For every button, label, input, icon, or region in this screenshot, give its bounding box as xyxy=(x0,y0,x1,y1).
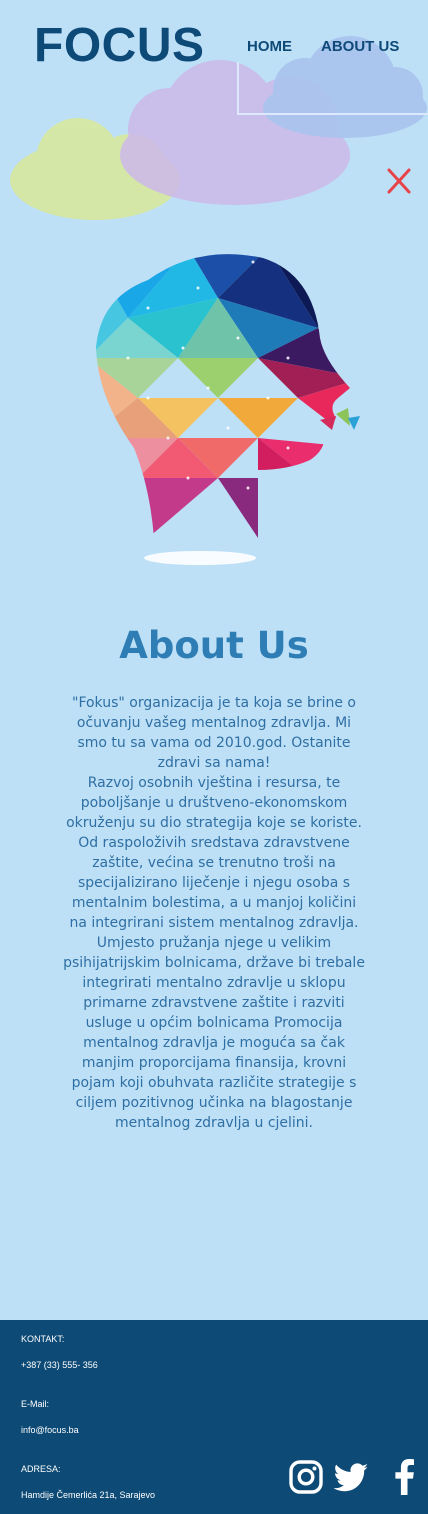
email-label: E-Mail: xyxy=(21,1399,50,1409)
about-title: About Us xyxy=(119,624,309,667)
about-body: "Fokus" organizacija je ta koja se brine… xyxy=(62,693,366,1133)
contact-label: KONTAKT: xyxy=(21,1334,65,1344)
header: FOCUS HOME ABOUT US xyxy=(0,0,428,230)
twitter-icon[interactable] xyxy=(333,1459,371,1495)
polygon-head-illustration xyxy=(96,254,360,565)
page: FOCUS HOME ABOUT US About Us "Fokus" org… xyxy=(0,0,428,1514)
close-icon[interactable] xyxy=(386,166,412,196)
facebook-icon[interactable] xyxy=(386,1459,414,1495)
nav-about-us-link[interactable]: ABOUT US xyxy=(321,38,399,55)
address-label: ADRESA: xyxy=(21,1464,61,1474)
email-link[interactable]: info@focus.ba xyxy=(21,1425,79,1435)
about-paragraph: Razvoj osobnih vještina i resursa, te po… xyxy=(63,775,365,1131)
nav-home-link[interactable]: HOME xyxy=(247,38,292,55)
logo[interactable]: FOCUS xyxy=(34,18,205,73)
instagram-icon[interactable] xyxy=(288,1459,324,1495)
about-paragraph: "Fokus" organizacija je ta koja se brine… xyxy=(72,695,356,771)
address-text: Hamdije Čemerlića 21a, Sarajevo xyxy=(21,1490,156,1500)
phone-number[interactable]: +387 (33) 555- 356 xyxy=(21,1360,98,1370)
